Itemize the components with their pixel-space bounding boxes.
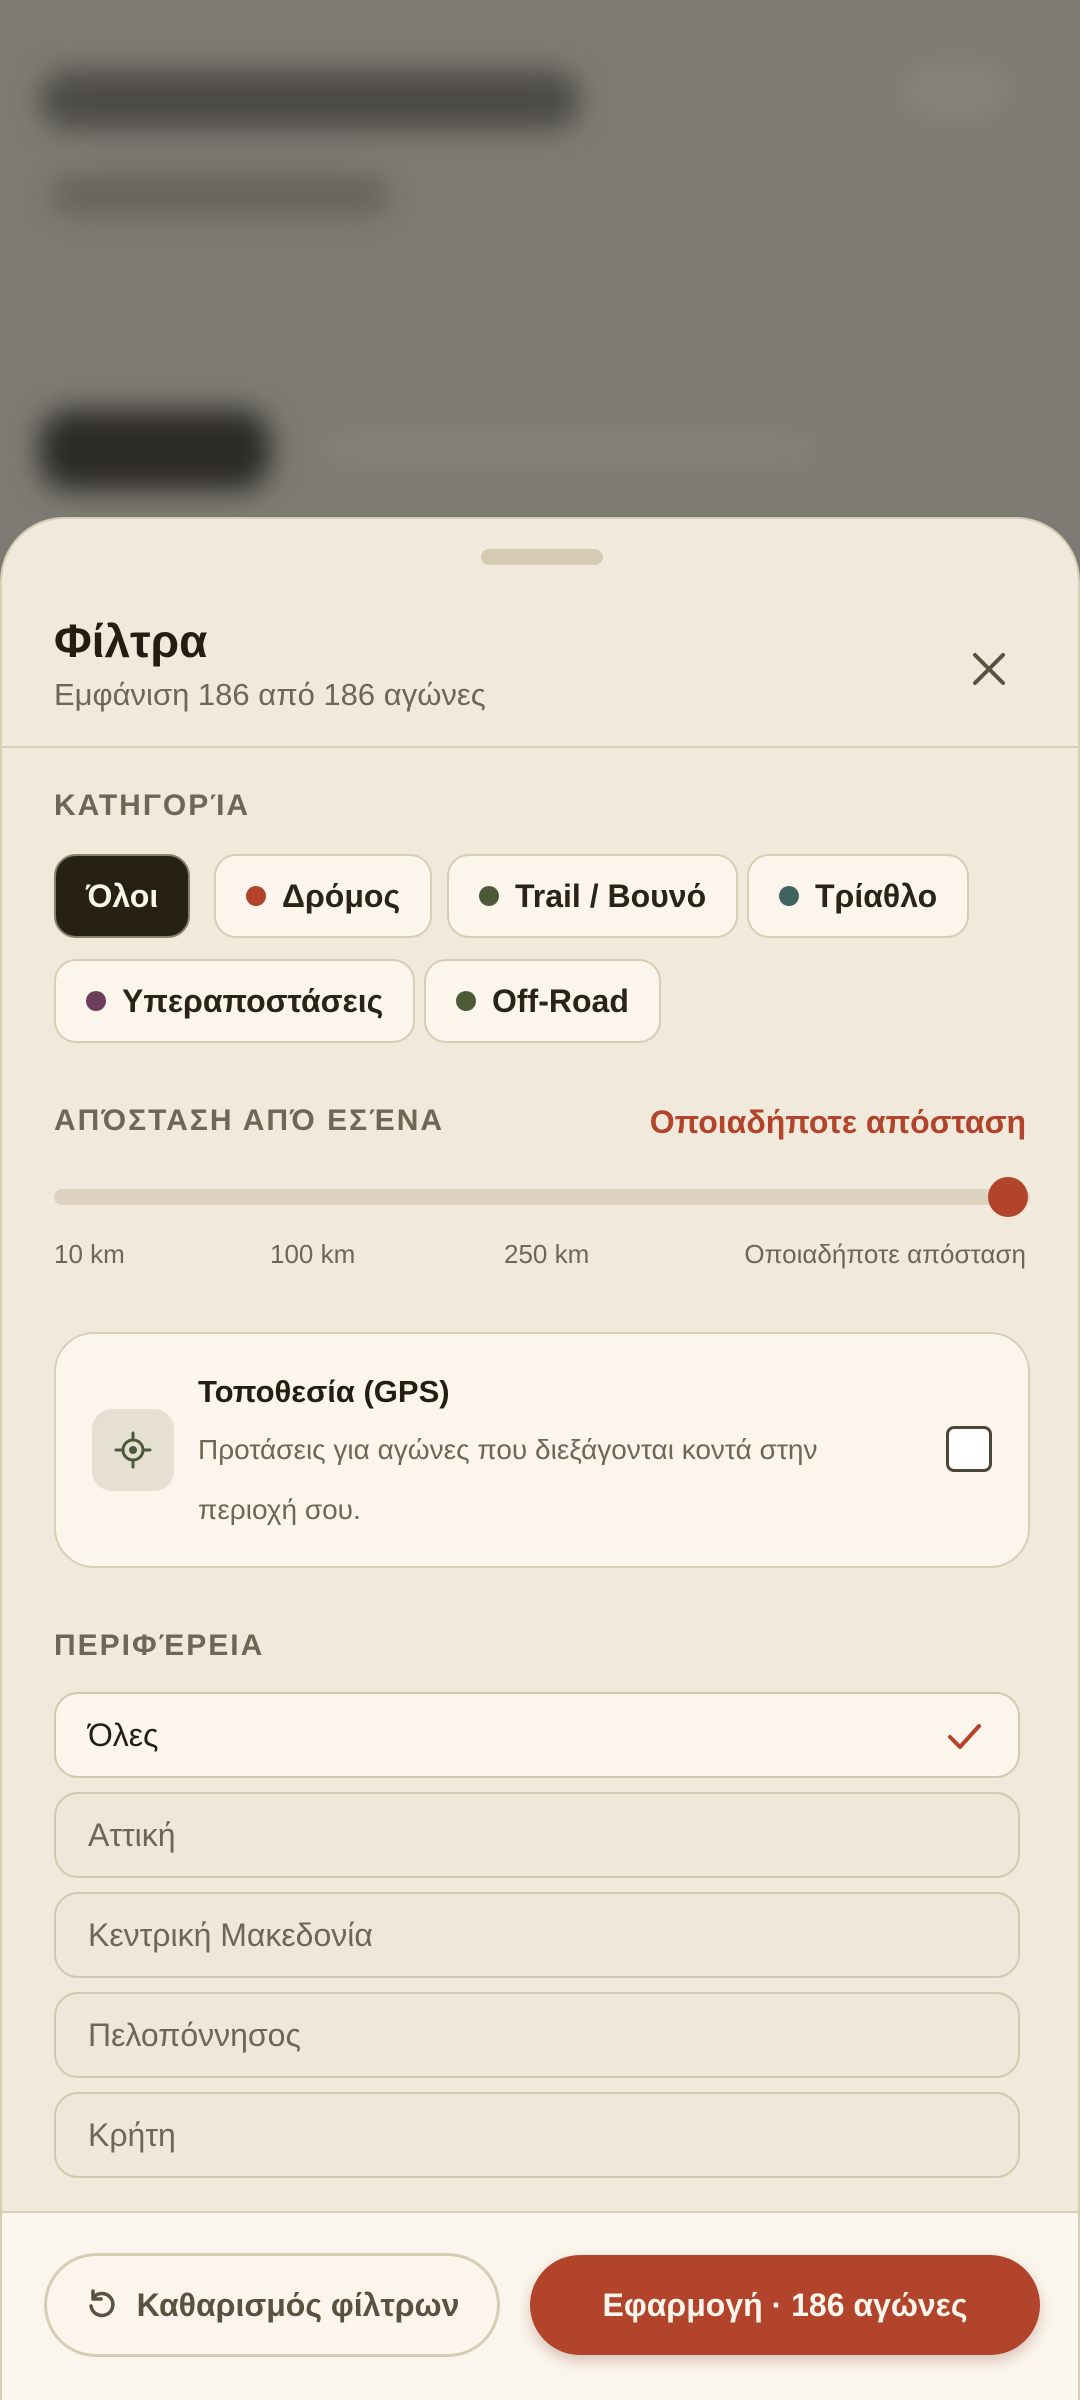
distance-tick: 100 km (270, 1239, 356, 1269)
location-crosshair-icon (114, 1431, 152, 1469)
category-dot (779, 886, 799, 906)
category-chip-ultra[interactable]: Υπεραποστάσεις (54, 959, 416, 1043)
background-blur (900, 60, 1010, 120)
region-section-label: ΠΕΡΙΦΈΡΕΙΑ (54, 1629, 265, 1662)
region-option-label: Όλες (88, 1716, 159, 1753)
distance-tick: Οποιαδήποτε απόσταση (744, 1239, 1026, 1269)
category-section-label: ΚΑΤΗΓΟΡΊΑ (54, 789, 251, 822)
chip-label: Δρόμος (282, 877, 401, 914)
background-app (0, 0, 1080, 560)
clear-filters-button[interactable]: Καθαρισμός φίλτρων (44, 2253, 500, 2357)
background-blur (40, 410, 270, 490)
category-dot (479, 886, 499, 906)
region-option-all[interactable]: Όλες (54, 1692, 1020, 1778)
category-chip-triathlon[interactable]: Τρίαθλο (747, 854, 970, 938)
category-chip-offroad[interactable]: Off-Road (424, 959, 661, 1043)
close-icon (973, 653, 1005, 685)
gps-title: Τοποθεσία (GPS) (198, 1374, 450, 1409)
distance-slider-track[interactable] (54, 1189, 1030, 1205)
region-option-attica[interactable]: Αττική (54, 1792, 1020, 1878)
region-option-label: Πελοπόννησος (88, 2016, 301, 2053)
category-chip-road[interactable]: Δρόμος (214, 854, 433, 938)
apply-filters-label: Εφαρμογή · 186 αγώνες (602, 2286, 968, 2323)
gps-location-card[interactable]: Τοποθεσία (GPS) Προτάσεις για αγώνες που… (54, 1332, 1030, 1568)
header-divider (2, 746, 1078, 748)
distance-section-label: ΑΠΌΣΤΑΣΗ ΑΠΌ ΕΣΈΝΑ (54, 1104, 445, 1137)
chip-label: Trail / Βουνό (515, 877, 707, 914)
filters-bottom-sheet: Φίλτρα Εμφάνιση 186 από 186 αγώνες ΚΑΤΗΓ… (0, 517, 1080, 2400)
category-chip-all[interactable]: Όλοι (54, 854, 191, 938)
sheet-grabber[interactable] (481, 549, 603, 565)
region-option-label: Κεντρική Μακεδονία (88, 1916, 373, 1953)
category-dot (86, 991, 106, 1011)
gps-description: Προτάσεις για αγώνες που διεξάγονται κον… (198, 1434, 818, 1525)
gps-checkbox[interactable] (946, 1426, 992, 1472)
clear-filters-label: Καθαρισμός φίλτρων (136, 2286, 460, 2323)
region-option-central-macedonia[interactable]: Κεντρική Μακεδονία (54, 1892, 1020, 1978)
background-blur (50, 175, 390, 215)
reset-icon (88, 2289, 115, 2318)
region-option-label: Αττική (88, 1816, 176, 1853)
region-option-label: Κρήτη (88, 2116, 176, 2153)
sheet-footer: Καθαρισμός φίλτρων Εφαρμογή · 186 αγώνες (2, 2211, 1078, 2400)
sheet-title: Φίλτρα (54, 615, 208, 667)
checkmark-icon (948, 1724, 981, 1749)
apply-filters-button[interactable]: Εφαρμογή · 186 αγώνες (530, 2255, 1040, 2355)
background-blur (320, 430, 820, 470)
chip-label: Τρίαθλο (815, 877, 938, 914)
gps-icon-container (92, 1409, 174, 1491)
chip-label: Όλοι (86, 877, 159, 914)
chip-label: Off-Road (492, 982, 629, 1019)
results-count-text: Εμφάνιση 186 από 186 αγώνες (54, 677, 486, 712)
category-dot (456, 991, 476, 1011)
close-button[interactable] (957, 637, 1021, 701)
distance-value: Οποιαδήποτε απόσταση (649, 1104, 1026, 1140)
category-chip-trail[interactable]: Trail / Βουνό (447, 854, 739, 938)
distance-tick: 10 km (54, 1239, 125, 1269)
background-blur (40, 70, 580, 130)
region-option-peloponnese[interactable]: Πελοπόννησος (54, 1992, 1020, 2078)
region-option-crete[interactable]: Κρήτη (54, 2092, 1020, 2178)
category-dot (246, 886, 266, 906)
chip-label: Υπεραποστάσεις (122, 982, 384, 1019)
distance-slider-thumb[interactable] (988, 1177, 1028, 1217)
distance-tick: 250 km (504, 1239, 590, 1269)
